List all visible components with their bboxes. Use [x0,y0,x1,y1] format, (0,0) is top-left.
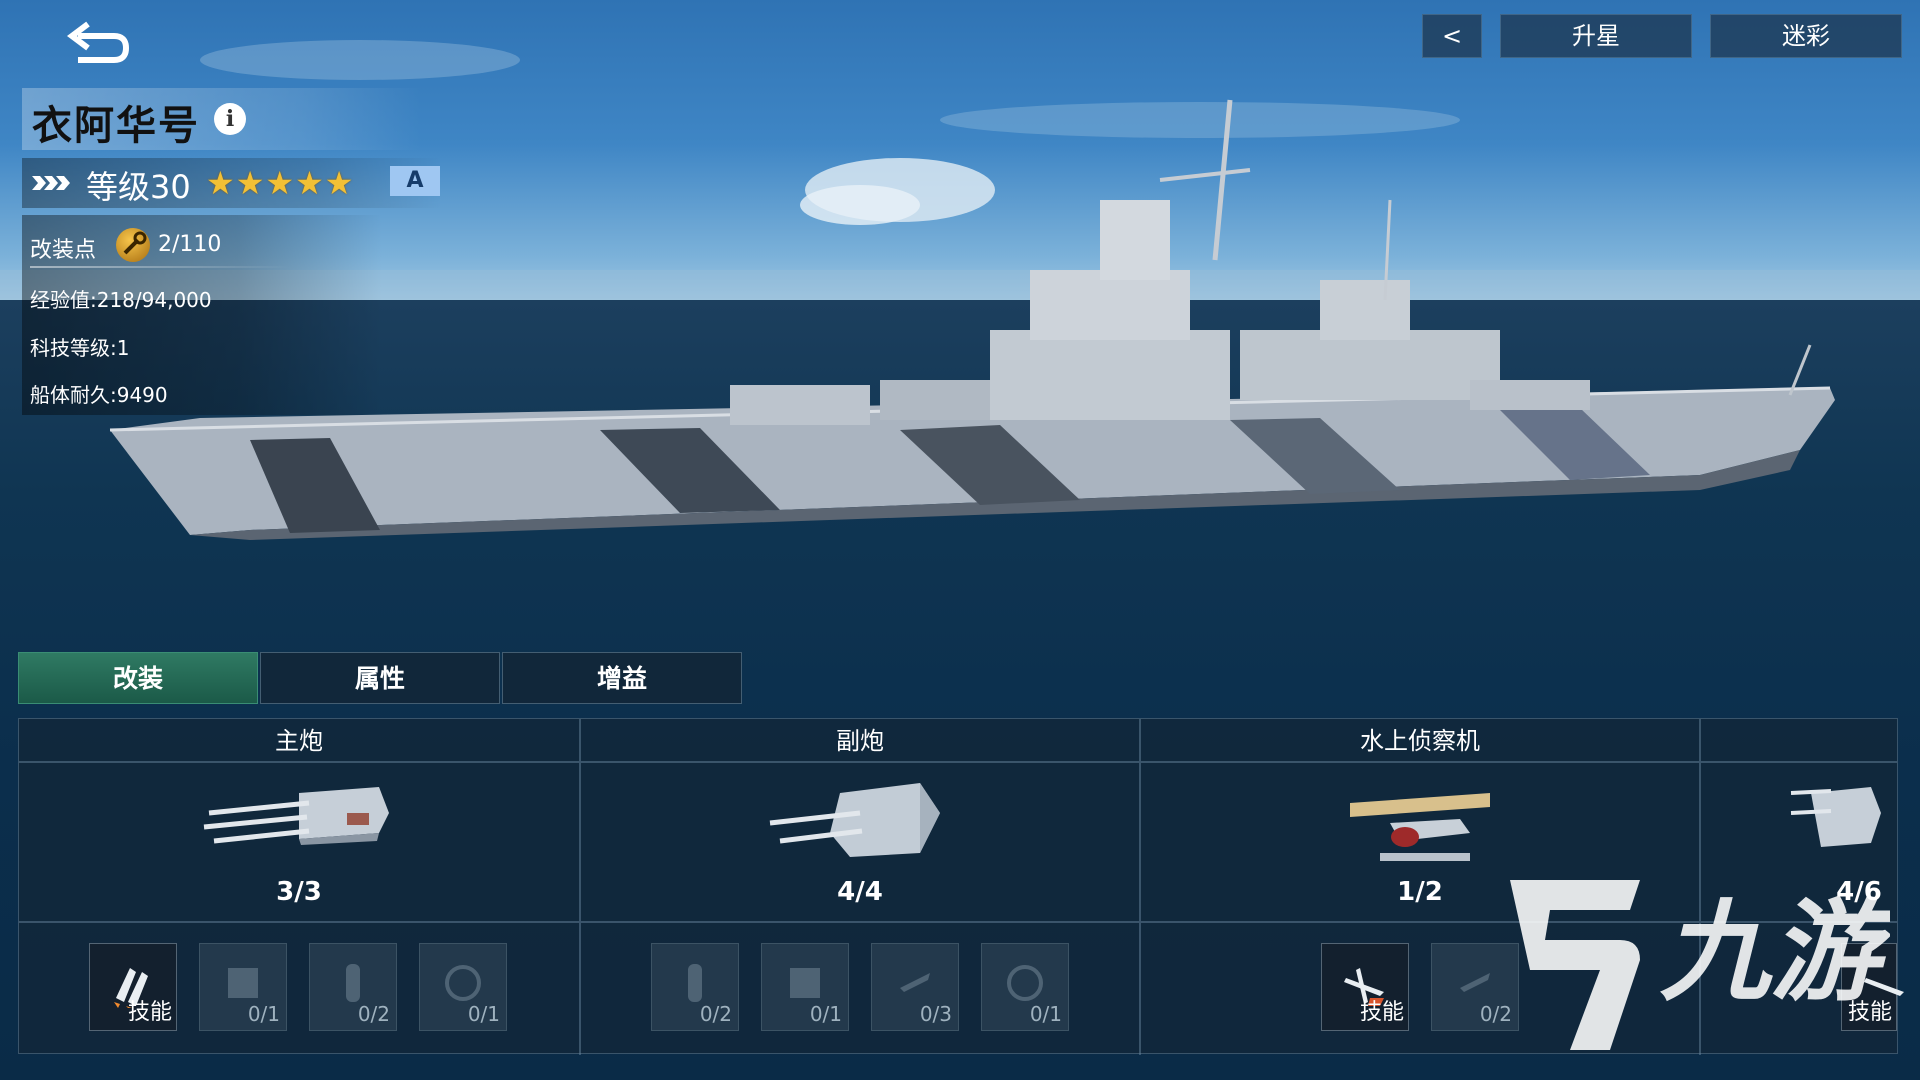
mod-points-value: 2/110 [158,232,222,257]
equipment-title: 水上侦察机 [1141,719,1699,763]
mod-points-label: 改装点 [30,238,97,263]
slot-label: 技能 [1359,1000,1404,1025]
upgrade-slot[interactable]: 0/1 [419,943,507,1031]
slot-count: 0/1 [809,1002,842,1026]
equipment-title: 副炮 [581,719,1139,763]
tab-modify[interactable]: 改装 [18,652,258,704]
upgrade-star-button[interactable]: 升星 [1500,14,1692,58]
tab-attributes[interactable]: 属性 [260,652,500,704]
shell-icon [688,964,702,1002]
previous-ship-button[interactable]: < [1422,14,1482,58]
return-arrow-icon [67,21,130,63]
ammo-rack-icon [790,968,820,998]
slot-label: 技能 [127,1000,172,1025]
equipment-column-secondary-gun: 副炮 4/4 0/2 0/1 0/3 0/1 [581,719,1141,1055]
chevron-left-icon: < [1441,22,1463,50]
brand-watermark-logo: 九游 [1510,880,1890,1050]
upgrade-slot[interactable]: 0/2 [309,943,397,1031]
main-gun-turret-icon [203,787,389,845]
slot-count: 0/1 [247,1002,280,1026]
equipment-column-main-gun: 主炮 3/3 技能 0/1 0/2 0/1 [19,719,581,1055]
slot-count: 0/2 [357,1002,390,1026]
tab-buffs[interactable]: 增益 [502,652,742,704]
aa-gun-icon [1790,787,1881,847]
equipment-count: 3/3 [276,877,322,907]
wrench-icon [116,228,150,262]
slot-count: 0/2 [699,1002,732,1026]
experience-value: 经验值:218/94,000 [30,288,212,312]
skill-slot[interactable]: 技能 [1321,943,1409,1031]
slot-count: 0/1 [467,1002,500,1026]
ammo-rack-icon [228,968,258,998]
equipment-display[interactable]: 3/3 [19,763,579,923]
tab-bar: 改装 属性 增益 [18,652,744,704]
chevron-rank-icon [32,176,70,190]
slot-count: 0/3 [919,1002,952,1026]
secondary-gun-turret-icon [769,783,940,857]
back-button[interactable] [62,16,132,68]
ship-name: 衣阿华号 [32,103,200,149]
ship-level: 等级30 [86,168,191,206]
rangefinder-icon [445,965,481,1001]
watermark-text: 九游 [1660,888,1890,1016]
seaplane-icon [1350,793,1490,861]
divider [30,266,290,268]
equipment-display[interactable]: 4/4 [581,763,1139,923]
upgrade-slot[interactable]: 0/2 [651,943,739,1031]
rangefinder-icon [1007,965,1043,1001]
upgrade-slot[interactable]: 0/3 [871,943,959,1031]
upgrade-slot[interactable]: 0/1 [981,943,1069,1031]
grade-badge: A [390,166,440,196]
upgrade-slot[interactable]: 0/1 [199,943,287,1031]
equipment-count: 4/4 [837,877,883,907]
info-icon[interactable]: i [214,103,246,135]
camouflage-button[interactable]: 迷彩 [1710,14,1902,58]
aircraft-icon [900,973,930,992]
slot-count: 0/1 [1029,1002,1062,1026]
upgrade-slot[interactable]: 0/1 [761,943,849,1031]
star-rating: ★★★★★ [206,164,355,202]
skill-slot[interactable]: 技能 [89,943,177,1031]
equipment-title [1701,719,1897,763]
equipment-title: 主炮 [19,719,579,763]
hull-durability: 船体耐久:9490 [30,383,168,407]
tech-level: 科技等级:1 [30,336,130,360]
shell-icon [346,964,360,1002]
